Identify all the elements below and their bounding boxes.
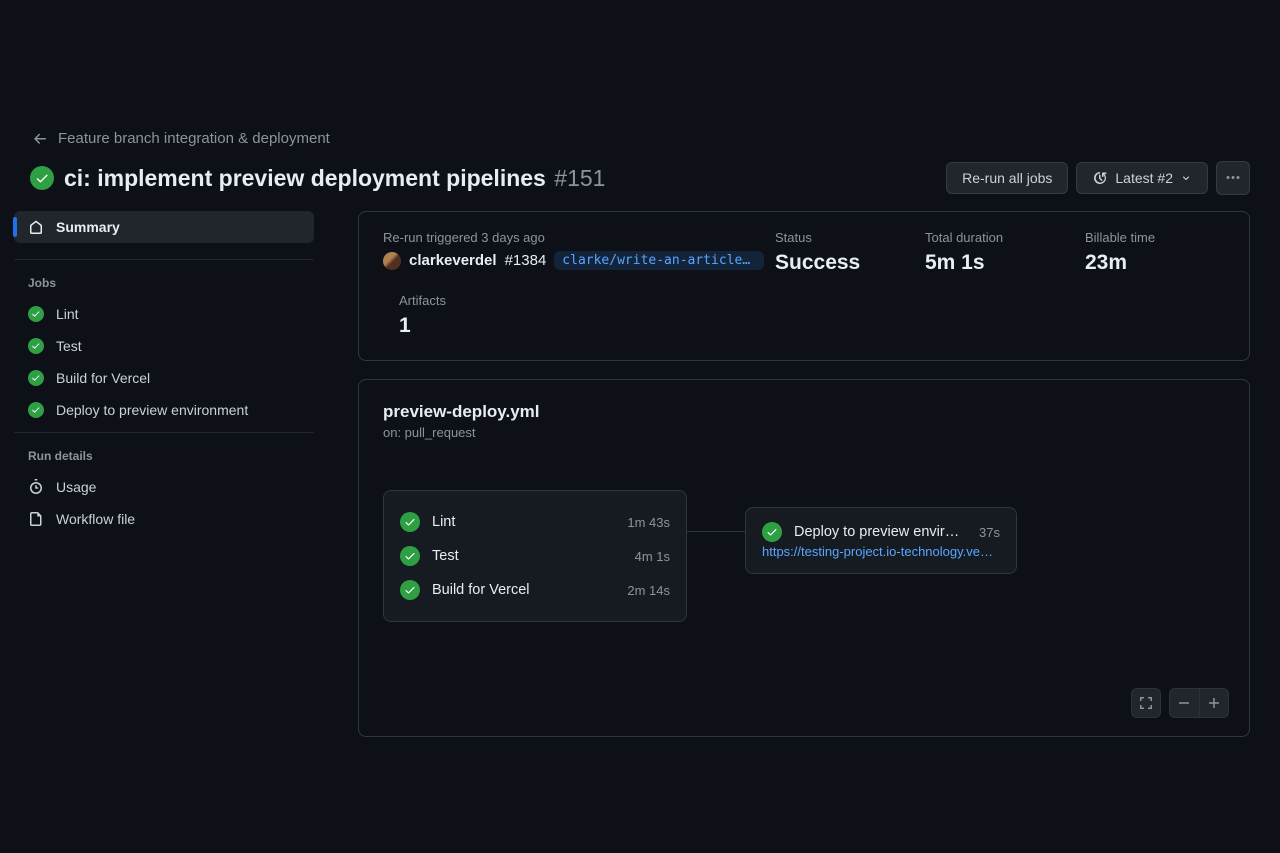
zoom-controls (1169, 688, 1229, 718)
deployment-url[interactable]: https://testing-project.io-technology.ve… (762, 544, 1000, 559)
sidebar-summary-label: Summary (56, 219, 120, 235)
sidebar-job-label: Lint (56, 306, 79, 322)
sidebar-job-label: Build for Vercel (56, 370, 150, 386)
plus-icon (1206, 695, 1222, 711)
graph-job-build[interactable]: Build for Vercel 2m 14s (400, 573, 670, 607)
latest-attempt-dropdown[interactable]: Latest #2 (1076, 162, 1208, 194)
graph-node-group-1: Lint 1m 43s Test 4m 1s Build for Vercel … (383, 490, 687, 622)
sidebar-job-deploy[interactable]: Deploy to preview environment (14, 394, 314, 426)
actor-name[interactable]: clarkeverdel (409, 252, 497, 269)
sidebar: Summary Jobs Lint Test Build for Vercel … (14, 211, 314, 535)
graph-job-name: Test (432, 548, 623, 564)
divider (14, 432, 314, 433)
avatar (383, 252, 401, 270)
sidebar-usage-label: Usage (56, 479, 96, 495)
success-icon (400, 580, 420, 600)
stopwatch-icon (28, 479, 44, 495)
sidebar-run-details-heading: Run details (14, 443, 314, 471)
success-icon (400, 546, 420, 566)
billable-value: 23m (1085, 251, 1225, 275)
status-value: Success (775, 251, 925, 275)
zoom-in-button[interactable] (1200, 689, 1229, 717)
artifacts-label: Artifacts (399, 293, 1225, 308)
graph-job-name: Lint (432, 514, 615, 530)
kebab-icon (1225, 170, 1241, 186)
duration-label: Total duration (925, 230, 1085, 245)
success-icon (28, 402, 44, 418)
graph-job-name: Deploy to preview environ… (794, 524, 967, 540)
chevron-down-icon (1180, 172, 1192, 184)
workflow-file-name: preview-deploy.yml (383, 402, 1225, 422)
more-actions-button[interactable] (1216, 161, 1250, 195)
back-link[interactable]: Feature branch integration & deployment (14, 130, 1250, 147)
graph-job-time: 37s (979, 525, 1000, 540)
trigger-label: Re-run triggered 3 days ago (383, 230, 775, 245)
artifacts-value: 1 (399, 314, 1225, 338)
success-icon (30, 166, 54, 190)
sidebar-job-lint[interactable]: Lint (14, 298, 314, 330)
divider (14, 259, 314, 260)
pr-number[interactable]: #1384 (505, 252, 547, 269)
back-link-label: Feature branch integration & deployment (58, 130, 330, 147)
run-summary-card: Re-run triggered 3 days ago clarkeverdel… (358, 211, 1250, 361)
zoom-out-button[interactable] (1170, 689, 1200, 717)
graph-connector (681, 530, 751, 532)
status-label: Status (775, 230, 925, 245)
sidebar-usage[interactable]: Usage (14, 471, 314, 503)
title-number: #151 (554, 165, 605, 191)
title-text: ci: implement preview deployment pipelin… (64, 165, 546, 191)
sidebar-job-label: Deploy to preview environment (56, 402, 248, 418)
sidebar-job-test[interactable]: Test (14, 330, 314, 362)
arrow-left-icon (32, 131, 48, 147)
home-icon (28, 219, 44, 235)
workflow-file-icon (28, 511, 44, 527)
graph-job-time: 4m 1s (635, 549, 670, 564)
graph-node-deploy[interactable]: Deploy to preview environ… 37s https://t… (745, 507, 1017, 574)
minus-icon (1176, 695, 1192, 711)
fullscreen-button[interactable] (1131, 688, 1161, 718)
success-icon (762, 522, 782, 542)
duration-value: 5m 1s (925, 251, 1085, 275)
billable-label: Billable time (1085, 230, 1225, 245)
sidebar-summary[interactable]: Summary (14, 211, 314, 243)
sidebar-job-label: Test (56, 338, 82, 354)
graph-job-test[interactable]: Test 4m 1s (400, 539, 670, 573)
graph-job-time: 2m 14s (627, 583, 670, 598)
sidebar-workflow-file[interactable]: Workflow file (14, 503, 314, 535)
page-title: ci: implement preview deployment pipelin… (30, 165, 946, 192)
success-icon (28, 306, 44, 322)
history-icon (1092, 170, 1108, 186)
graph-job-time: 1m 43s (627, 515, 670, 530)
sidebar-workflow-file-label: Workflow file (56, 511, 135, 527)
workflow-graph-card: preview-deploy.yml on: pull_request Lint… (358, 379, 1250, 737)
fullscreen-icon (1138, 695, 1154, 711)
workflow-graph[interactable]: Lint 1m 43s Test 4m 1s Build for Vercel … (383, 490, 1225, 670)
workflow-trigger-on: on: pull_request (383, 425, 1225, 440)
success-icon (400, 512, 420, 532)
graph-job-lint[interactable]: Lint 1m 43s (400, 505, 670, 539)
sidebar-job-build[interactable]: Build for Vercel (14, 362, 314, 394)
graph-job-name: Build for Vercel (432, 582, 615, 598)
rerun-all-jobs-button[interactable]: Re-run all jobs (946, 162, 1068, 194)
success-icon (28, 370, 44, 386)
success-icon (28, 338, 44, 354)
sidebar-jobs-heading: Jobs (14, 270, 314, 298)
branch-tag[interactable]: clarke/write-an-article-t… (554, 251, 764, 270)
